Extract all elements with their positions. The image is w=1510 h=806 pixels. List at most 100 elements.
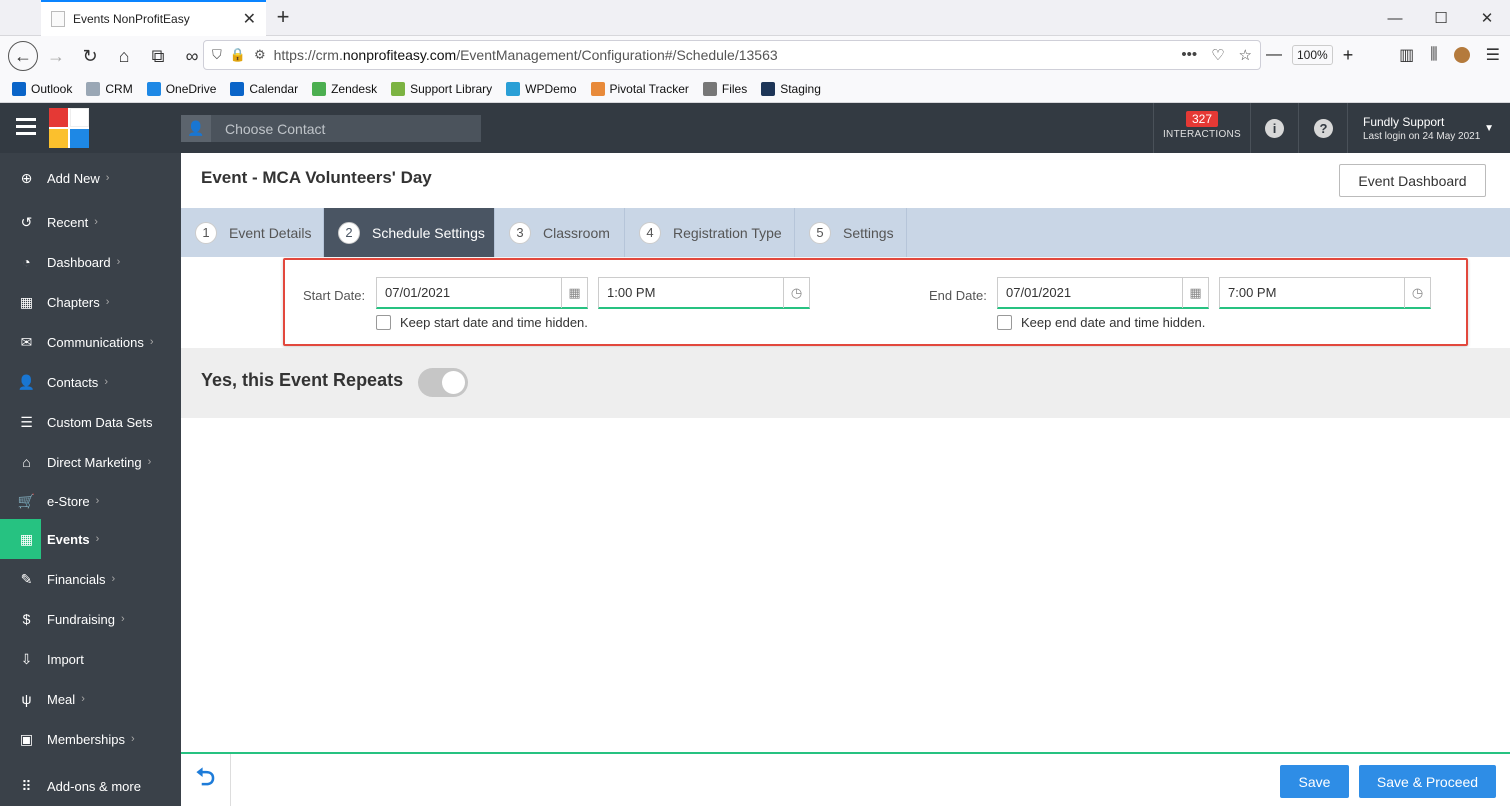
event-repeats-label: Yes, this Event Repeats (201, 370, 404, 390)
bookmark-star-icon[interactable]: ☆ (1239, 46, 1252, 64)
bookmark-item[interactable]: WPDemo (506, 82, 577, 96)
window-close-icon[interactable]: ✕ (1464, 0, 1510, 36)
user-menu[interactable]: Fundly Support Last login on 24 May 2021… (1349, 103, 1510, 153)
minimize-icon[interactable]: — (1372, 0, 1418, 36)
choose-contact-input[interactable]: 👤 Choose Contact (181, 115, 481, 142)
pocket-icon[interactable]: ♡ (1211, 46, 1224, 64)
account-avatar[interactable] (1453, 47, 1470, 63)
sidebar-item-chapters[interactable]: ▦ Chapters › (0, 282, 181, 322)
bookmark-label: Outlook (31, 82, 73, 96)
tab-step-4[interactable]: 4 Registration Type (625, 208, 795, 257)
bookmark-icon (86, 82, 101, 96)
tab-step-1[interactable]: 1 Event Details (181, 208, 324, 257)
home-icon[interactable]: ⌂ (108, 40, 140, 72)
info-icon: i (1265, 118, 1284, 138)
checkbox-box[interactable] (997, 315, 1012, 330)
sidebar-toggle-icon[interactable]: ▥ (1399, 45, 1414, 65)
start-time-field[interactable]: ◷ (598, 277, 810, 309)
interactions-label: INTERACTIONS (1162, 129, 1242, 140)
reload-icon[interactable]: ↻ (74, 40, 106, 72)
bookmark-item[interactable]: Calendar (230, 82, 298, 96)
step-label: Event Details (229, 224, 312, 241)
event-repeats-toggle[interactable] (418, 368, 468, 397)
end-time-field[interactable]: ◷ (1219, 277, 1431, 309)
menu-icon[interactable]: ☰ (1486, 45, 1500, 65)
maximize-icon[interactable]: ☐ (1418, 0, 1464, 36)
bookmark-item[interactable]: Outlook (12, 82, 72, 96)
url-text[interactable]: https://crm.nonprofiteasy.com/EventManag… (274, 47, 1174, 63)
bookmark-item[interactable]: OneDrive (146, 82, 216, 96)
sidebar-item-dashboard[interactable]: ◔ Dashboard › (0, 242, 181, 282)
help-button[interactable]: ? (1300, 103, 1348, 153)
sidebar-item-label: Fundraising (47, 611, 115, 627)
sidebar-item-add-new[interactable]: ⊕ Add New › (0, 158, 181, 198)
calendar-icon[interactable]: ▦ (561, 277, 587, 308)
new-tab-icon[interactable]: + (272, 4, 294, 32)
sidebar-item-add-ons-more[interactable]: ⠿ Add-ons & more (0, 766, 181, 806)
close-tab-icon[interactable]: ✕ (243, 9, 256, 29)
page-actions-icon[interactable]: ••• (1181, 46, 1197, 64)
sidebar-item-import[interactable]: ⇩ Import (0, 639, 181, 679)
sidebar-icon: ✉ (20, 333, 33, 350)
library-icon[interactable]: ⫼ (1430, 46, 1437, 64)
sidebar-icon: ⌂ (22, 454, 31, 470)
save-and-proceed-button[interactable]: Save & Proceed (1359, 765, 1496, 798)
clock-icon[interactable]: ◷ (1404, 277, 1430, 308)
back-return-icon[interactable]: ⮌ (181, 754, 231, 806)
forward-arrow-icon[interactable]: → (40, 40, 72, 72)
url-bar[interactable]: ⛉ 🔒 ⚙ https://crm.nonprofiteasy.com/Even… (203, 40, 1261, 70)
sidebar-item-custom-data-sets[interactable]: ☰ Custom Data Sets (0, 402, 181, 442)
bookmark-item[interactable]: Zendesk (312, 82, 377, 96)
start-date-field[interactable]: ▦ (376, 277, 588, 309)
bookmark-item[interactable]: CRM (86, 82, 133, 96)
bookmark-item[interactable]: Files (702, 82, 747, 96)
zoom-out-icon[interactable]: — (1266, 46, 1282, 64)
zoom-level[interactable]: 100% (1292, 45, 1333, 65)
tab-step-2[interactable]: 2 Schedule Settings (324, 208, 495, 257)
app-logo[interactable] (49, 108, 89, 148)
sidebar-icon: ▦ (19, 530, 34, 547)
chevron-right-icon: › (94, 216, 98, 228)
sidebar-item-financials[interactable]: ✎ Financials › (0, 559, 181, 599)
sidebar-item-memberships[interactable]: ▣ Memberships › (0, 719, 181, 759)
zoom-in-icon[interactable]: + (1343, 45, 1354, 66)
end-time-input[interactable] (1220, 278, 1404, 307)
calendar-icon[interactable]: ▦ (1182, 277, 1208, 308)
sidebar-item-events[interactable]: ▦ Events › (0, 519, 181, 559)
sidebar-item-direct-marketing[interactable]: ⌂ Direct Marketing › (0, 442, 181, 482)
keep-start-hidden-checkbox[interactable]: Keep start date and time hidden. (376, 315, 588, 330)
sidebar-item-meal[interactable]: ψ Meal › (0, 679, 181, 719)
bookmark-item[interactable]: Staging (761, 82, 821, 96)
checkbox-box[interactable] (376, 315, 391, 330)
save-button[interactable]: Save (1280, 765, 1349, 798)
back-arrow-icon[interactable]: ← (8, 41, 38, 71)
browser-tab[interactable]: Events NonProfitEasy ✕ (41, 0, 266, 36)
sidebar-item-communications[interactable]: ✉ Communications › (0, 322, 181, 362)
start-date-input[interactable] (377, 278, 561, 307)
lock-icon[interactable]: 🔒 (230, 47, 246, 63)
bookmark-label: CRM (105, 82, 133, 96)
screenshot-icon[interactable]: ⧉ (142, 40, 174, 72)
start-time-input[interactable] (599, 278, 783, 307)
hamburger-menu-icon[interactable] (16, 118, 36, 136)
bookmark-item[interactable]: Support Library (391, 82, 492, 96)
bookmark-icon (702, 82, 717, 96)
sidebar-item-recent[interactable]: ↺ Recent › (0, 202, 181, 242)
interactions-button[interactable]: 327 INTERACTIONS (1153, 103, 1251, 153)
event-dashboard-button[interactable]: Event Dashboard (1339, 164, 1486, 197)
tab-step-3[interactable]: 3 Classroom (495, 208, 625, 257)
keep-end-hidden-checkbox[interactable]: Keep end date and time hidden. (997, 315, 1205, 330)
bookmark-item[interactable]: Pivotal Tracker (590, 82, 689, 96)
sidebar-item-label: Import (47, 651, 84, 667)
permissions-icon[interactable]: ⚙ (254, 47, 266, 63)
end-date-field[interactable]: ▦ (997, 277, 1209, 309)
sidebar-item-contacts[interactable]: 👤 Contacts › (0, 362, 181, 402)
sidebar-item-e-store[interactable]: 🛒 e-Store › (0, 481, 181, 521)
clock-icon[interactable]: ◷ (783, 277, 809, 308)
end-date-input[interactable] (998, 278, 1182, 307)
shield-icon[interactable]: ⛉ (212, 47, 222, 63)
tab-step-5[interactable]: 5 Settings (795, 208, 907, 257)
chevron-right-icon: › (149, 336, 154, 348)
info-button[interactable]: i (1251, 103, 1299, 153)
sidebar-item-fundraising[interactable]: $ Fundraising › (0, 599, 181, 639)
